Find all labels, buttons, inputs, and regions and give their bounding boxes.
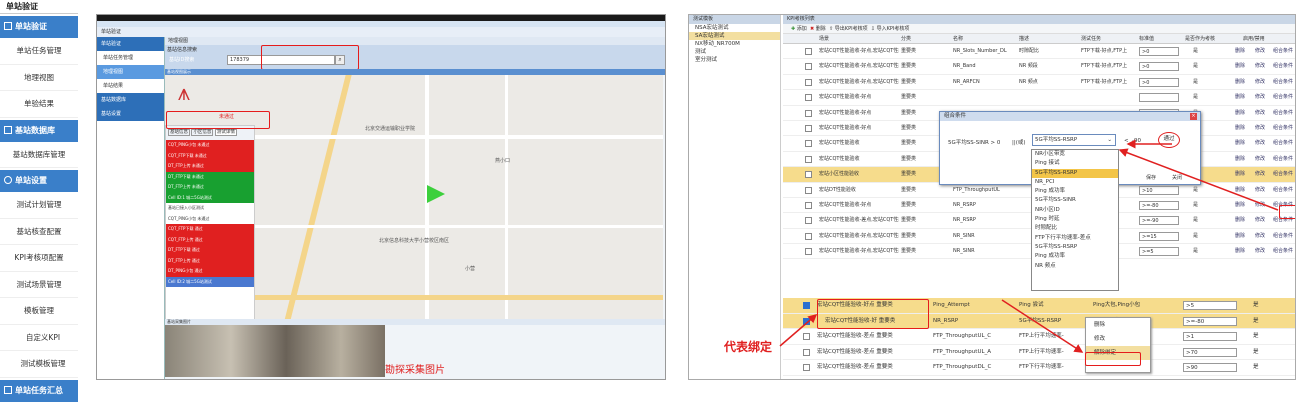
arrow [1001, 299, 1084, 353]
arrows-overlay [779, 139, 1279, 353]
arrow [1118, 148, 1279, 211]
arrow [779, 314, 818, 347]
